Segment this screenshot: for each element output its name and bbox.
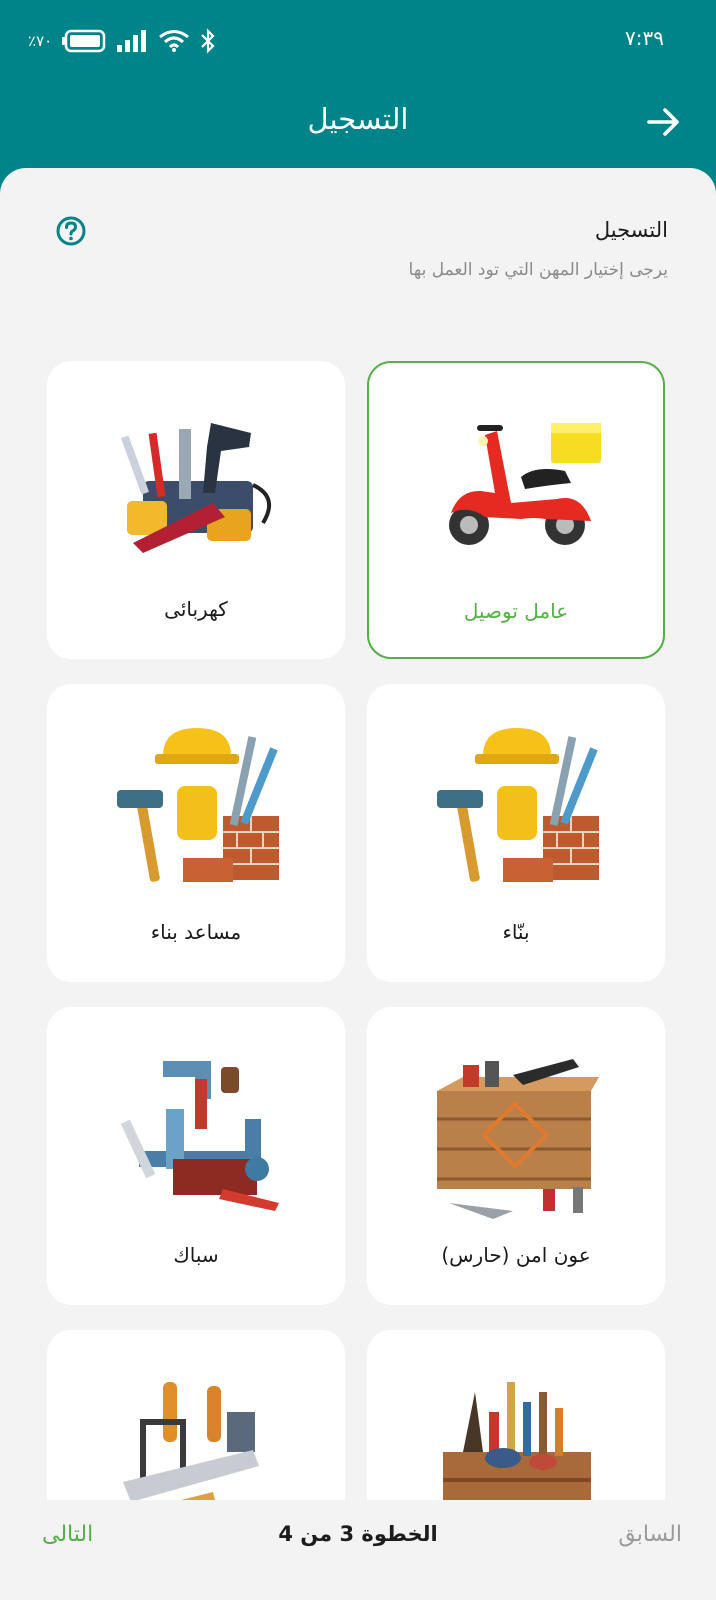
status-icons: ٪٧٠ bbox=[28, 26, 216, 56]
status-bar: ٪٧٠ ٧:٣٩ bbox=[0, 0, 716, 80]
profession-card-delivery[interactable]: عامل توصيل bbox=[367, 361, 665, 659]
profession-card-plumber[interactable]: سباك bbox=[47, 1007, 345, 1305]
profession-label: سباك bbox=[173, 1243, 219, 1267]
profession-card-painter[interactable] bbox=[367, 1330, 665, 1500]
painting-crate-image bbox=[443, 1382, 591, 1500]
previous-button[interactable]: السابق bbox=[618, 1522, 682, 1547]
battery-icon bbox=[62, 29, 106, 53]
security-crate-image bbox=[437, 1059, 599, 1219]
profession-label: عون امن (حارس) bbox=[441, 1243, 591, 1267]
profession-card-builder[interactable]: بنّاء bbox=[367, 684, 665, 982]
plumbing-tools-image bbox=[120, 1061, 279, 1211]
profession-label: مساعد بناء bbox=[150, 920, 242, 944]
wifi-icon bbox=[159, 30, 190, 52]
delivery-scooter-image bbox=[449, 423, 601, 545]
profession-grid: عامل توصيل كهربائى بنّاء مساعد بناء عون … bbox=[0, 168, 716, 1500]
signal-icon bbox=[117, 30, 147, 52]
construction-tools-image bbox=[117, 728, 279, 882]
bluetooth-icon bbox=[201, 28, 215, 54]
battery-percent: ٪٧٠ bbox=[28, 32, 53, 50]
profession-card-builder-assistant[interactable]: مساعد بناء bbox=[47, 684, 345, 982]
profession-card-electrician[interactable]: كهربائى bbox=[47, 361, 345, 659]
carpentry-tools-image bbox=[123, 1382, 259, 1500]
construction-tools-image bbox=[437, 728, 599, 882]
electric-tools-image bbox=[120, 423, 272, 553]
content-sheet: التسجيل يرجى إختيار المهن التي تود العمل… bbox=[0, 168, 716, 1600]
wizard-footer: التالى الخطوة 3 من 4 السابق bbox=[0, 1500, 716, 1600]
arrow-right-icon[interactable] bbox=[646, 104, 682, 140]
status-time: ٧:٣٩ bbox=[625, 26, 664, 50]
page-title: التسجيل bbox=[307, 102, 409, 136]
profession-card-security-guard[interactable]: عون امن (حارس) bbox=[367, 1007, 665, 1305]
profession-card-carpenter[interactable] bbox=[47, 1330, 345, 1500]
profession-label: بنّاء bbox=[502, 920, 530, 944]
step-indicator: الخطوة 3 من 4 bbox=[278, 1522, 438, 1546]
profession-label: كهربائى bbox=[164, 597, 228, 621]
profession-label: عامل توصيل bbox=[463, 599, 569, 623]
